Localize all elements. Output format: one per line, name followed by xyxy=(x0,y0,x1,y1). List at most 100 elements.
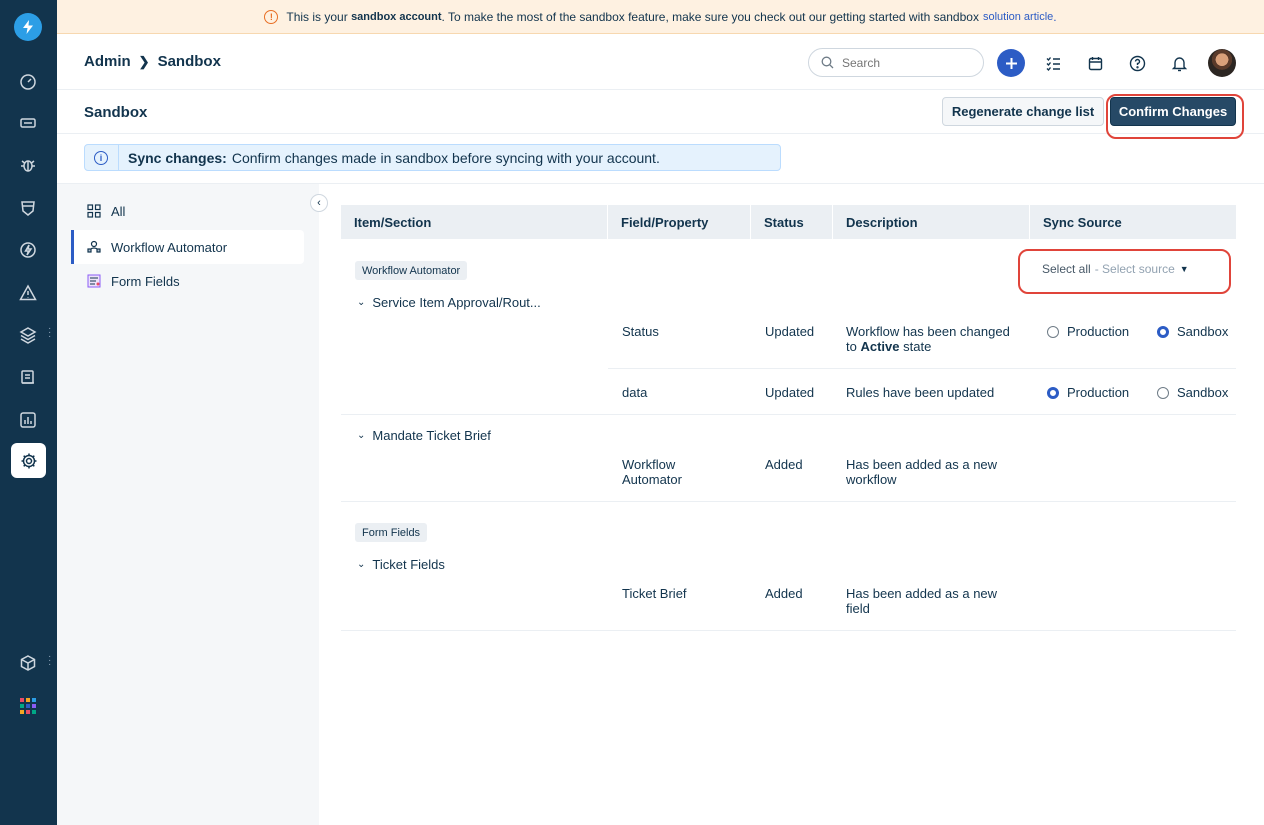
notifications-button[interactable] xyxy=(1165,49,1193,77)
regenerate-change-list-button[interactable]: Regenerate change list xyxy=(942,97,1104,126)
more-dots-icon[interactable]: · · · xyxy=(48,324,52,342)
breadcrumb-current: Sandbox xyxy=(157,53,221,70)
group-toggle-ticket-fields[interactable]: ⌄ Ticket Fields xyxy=(357,557,445,572)
banner-bold: sandbox account xyxy=(351,10,442,23)
section-tag-form-fields: Form Fields xyxy=(355,523,428,542)
subnav-item-all[interactable]: All xyxy=(71,194,304,228)
changes-table-header: Item/Section Field/Property Status Descr… xyxy=(341,205,1236,239)
radio-label: Sandbox xyxy=(1177,324,1229,339)
checklist-icon xyxy=(1046,56,1060,71)
radio-button[interactable] xyxy=(1047,325,1059,338)
banner-suffix: . xyxy=(1053,9,1057,24)
column-header-sync-source: Sync Source xyxy=(1029,205,1236,239)
subnav-item-label: Form Fields xyxy=(111,273,180,289)
left-nav-rail: · · · · · · xyxy=(0,0,57,825)
subnav-item-workflow-automator[interactable]: Workflow Automator xyxy=(71,230,304,264)
apps-cube-icon[interactable] xyxy=(16,651,40,675)
select-all-label: Select all xyxy=(1042,262,1091,276)
field-line-1: Workflow xyxy=(622,457,676,472)
row-description: Has been added as a new workflow xyxy=(846,457,997,487)
plus-icon xyxy=(1005,57,1017,69)
row-divider xyxy=(341,414,1236,415)
chevron-right-icon: ❯ xyxy=(138,53,150,69)
user-avatar[interactable] xyxy=(1208,49,1236,77)
releases-bolt-icon[interactable] xyxy=(16,238,40,262)
section-tag-workflow-automator: Workflow Automator xyxy=(355,261,468,280)
field-line-2: Automator xyxy=(622,472,682,487)
description-line-2: field xyxy=(846,601,870,616)
chevron-down-icon: ⌄ xyxy=(357,430,366,441)
grid-icon xyxy=(87,204,101,218)
reports-chart-icon[interactable] xyxy=(16,408,40,432)
changes-shield-icon[interactable] xyxy=(16,196,40,220)
sync-info-title: Sync changes: xyxy=(128,149,227,166)
info-icon: i xyxy=(94,150,108,165)
page-title: Sandbox xyxy=(84,104,148,121)
solutions-book-icon[interactable] xyxy=(16,365,40,389)
group-toggle-mandate-ticket-brief[interactable]: ⌄ Mandate Ticket Brief xyxy=(357,428,491,443)
sync-info-bar: i Sync changes: Confirm changes made in … xyxy=(84,144,781,171)
admin-settings-gear-icon[interactable] xyxy=(11,443,46,478)
search-icon xyxy=(821,56,834,69)
select-all-source-dropdown[interactable]: Select all - Select source ▼ xyxy=(1042,262,1189,276)
help-button[interactable] xyxy=(1123,49,1151,77)
section-divider xyxy=(341,630,1236,631)
row-status: Added xyxy=(765,457,803,472)
search-box[interactable] xyxy=(808,48,984,77)
breadcrumb-admin-link[interactable]: Admin xyxy=(84,53,131,70)
column-header-item-section: Item/Section xyxy=(354,214,432,230)
help-question-icon xyxy=(1129,55,1145,71)
description-line-2: workflow xyxy=(846,472,897,487)
collapse-sidebar-button[interactable]: ‹ xyxy=(310,194,328,212)
radio-production[interactable]: Production xyxy=(1047,385,1129,400)
group-name: Service Item Approval/Rout... xyxy=(372,295,541,310)
row-field: Ticket Brief xyxy=(622,586,687,601)
radio-label: Sandbox xyxy=(1177,385,1229,400)
radio-label: Production xyxy=(1067,324,1130,339)
banner-prefix: This is your xyxy=(286,9,348,24)
page-title-bar: Sandbox Regenerate change list Confirm C… xyxy=(57,90,1264,139)
bell-icon xyxy=(1171,56,1187,71)
more-apps-dots-icon[interactable]: · · · xyxy=(48,652,52,670)
alerts-warning-icon[interactable] xyxy=(16,281,40,305)
row-status: Updated xyxy=(765,324,815,339)
radio-sandbox[interactable]: Sandbox xyxy=(1157,385,1228,400)
calendar-button[interactable] xyxy=(1081,49,1109,77)
radio-production[interactable]: Production xyxy=(1047,324,1129,339)
top-header: Admin ❯ Sandbox xyxy=(57,34,1264,90)
column-header-status: Status xyxy=(750,205,832,239)
product-switcher-grid-icon[interactable] xyxy=(16,694,40,718)
column-header-field-property: Field/Property xyxy=(607,205,750,239)
description-line-1: Workflow has been changed xyxy=(846,324,1010,339)
radio-button[interactable] xyxy=(1157,386,1169,399)
chevron-down-icon: ▼ xyxy=(1179,264,1189,274)
radio-button-selected[interactable] xyxy=(1157,325,1169,338)
todo-list-button[interactable] xyxy=(1039,49,1067,77)
row-field: data xyxy=(622,385,648,400)
search-input[interactable] xyxy=(842,55,972,70)
new-plus-button[interactable] xyxy=(997,49,1025,77)
confirm-changes-button[interactable]: Confirm Changes xyxy=(1110,97,1236,126)
radio-button-selected[interactable] xyxy=(1047,386,1059,399)
group-name: Ticket Fields xyxy=(372,557,445,572)
radio-label: Production xyxy=(1067,385,1130,400)
solution-article-link[interactable]: solution article xyxy=(983,11,1053,23)
group-name: Mandate Ticket Brief xyxy=(372,428,491,443)
radio-sandbox[interactable]: Sandbox xyxy=(1157,324,1228,339)
tickets-icon[interactable] xyxy=(16,111,40,135)
sandbox-warning-banner: ! This is your sandbox account. To make … xyxy=(57,0,1264,34)
assets-layers-icon[interactable] xyxy=(16,323,40,347)
workflow-icon xyxy=(87,240,101,253)
chevron-down-icon: ⌄ xyxy=(357,297,366,308)
select-source-placeholder: - Select source xyxy=(1094,262,1175,276)
problems-bug-icon[interactable] xyxy=(16,153,40,177)
group-toggle-service-item[interactable]: ⌄ Service Item Approval/Rout... xyxy=(357,295,541,310)
subnav-item-form-fields[interactable]: Form Fields xyxy=(71,264,304,298)
row-description: Has been added as a new field xyxy=(846,586,997,616)
dashboard-icon[interactable] xyxy=(16,70,40,94)
app-logo-icon[interactable] xyxy=(14,13,42,41)
row-status: Updated xyxy=(765,385,815,400)
subnav-item-label: All xyxy=(111,203,126,219)
description-prefix: to xyxy=(846,339,857,354)
section-divider xyxy=(341,501,1236,502)
